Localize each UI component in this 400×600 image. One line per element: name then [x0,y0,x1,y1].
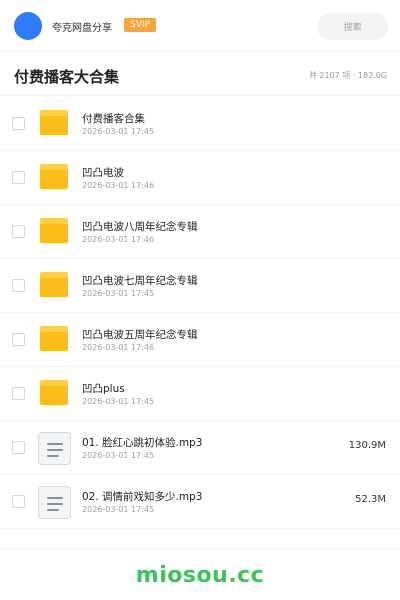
file-date: 2026-03-01 17:45 [82,505,155,514]
file-name[interactable]: 凹凸电波五周年纪念专辑 [82,327,198,342]
file-row[interactable]: 凹凸电波七周年纪念专辑 2026-03-01 17:45 [0,259,400,313]
file-row[interactable]: 凹凸plus 2026-03-01 17:45 [0,367,400,421]
search-input[interactable] [317,13,388,40]
file-name[interactable]: 凹凸电波八周年纪念专辑 [82,219,198,234]
file-name[interactable]: 凹凸电波七周年纪念专辑 [82,273,198,288]
file-row[interactable]: 凹凸电波 2026-03-01 17:46 [0,151,400,205]
folder-icon [40,326,68,351]
file-row[interactable]: 02. 调情前戏知多少.mp3 2026-03-01 17:45 52.3M [0,475,400,529]
select-checkbox[interactable] [12,279,25,292]
folder-icon [40,380,68,405]
svip-badge: SVIP [124,18,156,32]
audio-file-icon [38,432,71,465]
file-date: 2026-03-01 17:45 [82,127,155,136]
file-row[interactable]: 01. 脸红心跳初体验.mp3 2026-03-01 17:45 130.9M [0,421,400,475]
file-row[interactable]: 付费播客合集 2026-03-01 17:45 [0,97,400,151]
select-checkbox[interactable] [12,171,25,184]
select-checkbox[interactable] [12,117,25,130]
file-size: 52.3M [355,494,386,505]
avatar[interactable] [14,12,42,40]
file-name[interactable]: 付费播客合集 [82,111,145,126]
select-checkbox[interactable] [12,387,25,400]
file-name[interactable]: 凹凸plus [82,381,125,396]
file-name[interactable]: 02. 调情前戏知多少.mp3 [82,489,202,504]
file-row[interactable]: 凹凸电波五周年纪念专辑 2026-03-01 17:46 [0,313,400,367]
folder-icon [40,110,68,135]
folder-icon [40,272,68,297]
select-checkbox[interactable] [12,225,25,238]
file-date: 2026-03-01 17:46 [82,235,155,244]
site-watermark: miosou.cc [135,563,265,588]
select-checkbox[interactable] [12,441,25,454]
page-title: 付费播客大合集 [14,68,120,86]
share-owner-name: 夸克网盘分享 [52,23,112,34]
select-checkbox[interactable] [12,495,25,508]
folder-icon [40,164,68,189]
file-date: 2026-03-01 17:45 [82,397,155,406]
file-summary: 共 2107 项 · 182.0G [308,71,387,80]
file-date: 2026-03-01 17:45 [82,289,155,298]
file-date: 2026-03-01 17:46 [82,343,155,352]
select-checkbox[interactable] [12,333,25,346]
footer: miosou.cc [0,548,400,600]
folder-icon [40,218,68,243]
audio-file-icon [38,486,71,519]
file-date: 2026-03-01 17:45 [82,451,155,460]
file-name[interactable]: 凹凸电波 [82,165,124,180]
file-size: 130.9M [348,440,386,451]
file-date: 2026-03-01 17:46 [82,181,155,190]
page-header: 付费播客大合集 共 2107 项 · 182.0G [0,52,400,96]
file-row[interactable]: 凹凸电波八周年纪念专辑 2026-03-01 17:46 [0,205,400,259]
top-bar: 夸克网盘分享 SVIP [0,0,400,52]
file-name[interactable]: 01. 脸红心跳初体验.mp3 [82,435,202,450]
